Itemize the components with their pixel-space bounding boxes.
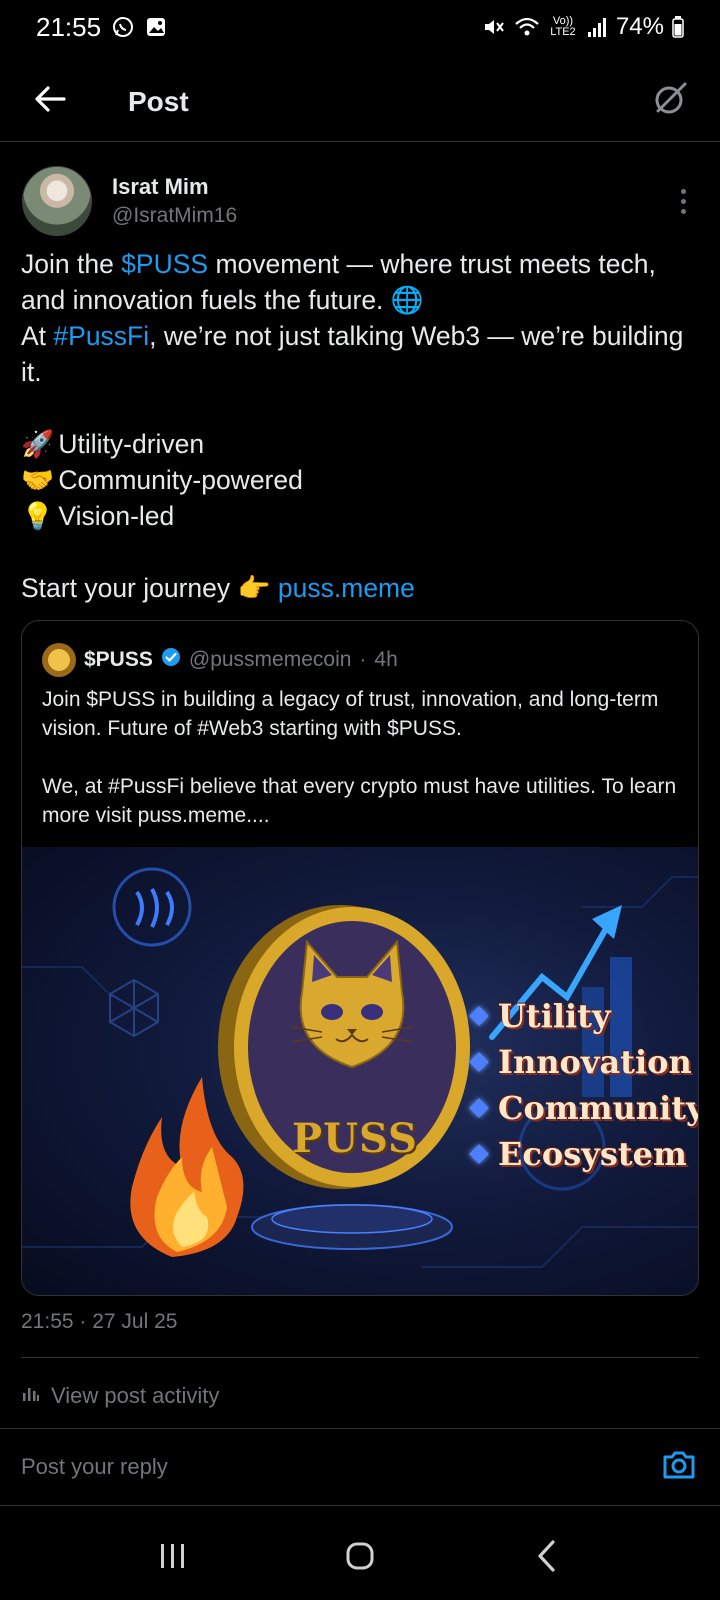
hashtag-link[interactable]: #PussFi: [53, 321, 149, 351]
post-text: At: [21, 321, 54, 351]
quote-age: 4h: [374, 648, 398, 671]
globe-emoji: 🌐: [390, 285, 424, 315]
post-text: Start your journey: [21, 573, 238, 603]
bullet-item: 🤝 Community-powered: [21, 462, 701, 498]
promo-item: Innovation: [469, 1043, 698, 1081]
more-options-button[interactable]: [668, 181, 698, 221]
promo-text: Ecosystem: [498, 1135, 687, 1173]
activity-label: View post activity: [51, 1383, 220, 1408]
bullet-text: Utility-driven: [58, 429, 205, 459]
lightbulb-emoji: 💡: [21, 501, 54, 531]
diamond-bullet-icon: [469, 1006, 489, 1026]
grok-button[interactable]: [648, 80, 692, 124]
avatar[interactable]: [42, 643, 76, 677]
post-timestamp: 21:55 · 27 Jul 25: [21, 1310, 178, 1333]
back-arrow-icon: [34, 85, 66, 118]
diamond-bullet-icon: [469, 1098, 489, 1118]
promo-text: Innovation: [498, 1043, 692, 1081]
url-link[interactable]: puss.meme: [278, 573, 415, 603]
handshake-emoji: 🤝: [21, 465, 54, 495]
quote-paragraph: We, at #PussFi believe that every crypto…: [42, 775, 677, 827]
back-chevron-icon: [535, 1539, 559, 1578]
battery-icon: [672, 16, 684, 38]
camera-icon: [661, 1449, 697, 1486]
signal-icon: [586, 16, 608, 38]
gallery-icon: [145, 16, 167, 38]
promo-text: Community: [498, 1089, 699, 1127]
mute-icon: [482, 16, 506, 38]
promo-item: Utility: [469, 997, 698, 1035]
top-navigation: Post: [0, 62, 720, 142]
quote-header: $PUSS @pussmemecoin · 4h: [42, 643, 398, 677]
home-button[interactable]: [330, 1528, 390, 1588]
cashtag-link[interactable]: $PUSS: [121, 249, 208, 279]
status-bar: 21:55 Vo)) LTE2 74%: [0, 0, 720, 54]
promo-list: Utility Innovation Community Ecosystem: [469, 997, 699, 1173]
back-nav-button[interactable]: [517, 1528, 577, 1588]
meta-separator: ·: [359, 648, 367, 671]
more-dot-icon: [680, 198, 686, 204]
coin-label: PUSS: [292, 1115, 418, 1162]
reply-bar: [0, 1428, 720, 1506]
quote-text: Join $PUSS in building a legacy of trust…: [42, 685, 682, 830]
bullet-text: Community-powered: [58, 465, 303, 495]
post-body: Join the $PUSS movement — where trust me…: [21, 246, 701, 606]
bullet-text: Vision-led: [58, 501, 175, 531]
post-paragraph: At #PussFi, we’re not just talking Web3 …: [21, 318, 701, 390]
post-author: Israt Mim @IsratMim16: [22, 165, 698, 237]
bar-chart-icon: [21, 1383, 41, 1409]
recent-apps-button[interactable]: [143, 1528, 203, 1588]
avatar[interactable]: [22, 166, 92, 236]
back-button[interactable]: [28, 80, 72, 124]
reply-input[interactable]: [21, 1454, 659, 1480]
verified-badge-icon: [161, 647, 181, 673]
rocket-emoji: 🚀: [21, 429, 54, 459]
author-name[interactable]: Israt Mim: [112, 174, 237, 200]
network-label: Vo)) LTE2: [550, 15, 576, 38]
camera-button[interactable]: [659, 1447, 699, 1487]
more-dot-icon: [680, 188, 686, 194]
wifi-icon: [514, 16, 540, 38]
status-time: 21:55: [36, 11, 102, 42]
quote-author-handle[interactable]: @pussmemecoin: [189, 648, 352, 672]
whatsapp-icon: [111, 15, 135, 39]
post-paragraph: Join the $PUSS movement — where trust me…: [21, 246, 701, 318]
quote-author-name[interactable]: $PUSS: [84, 648, 153, 672]
bullet-item: 🚀 Utility-driven: [21, 426, 701, 462]
author-handle[interactable]: @IsratMim16: [112, 204, 237, 228]
home-icon: [344, 1540, 376, 1577]
post-text: Join the: [21, 249, 122, 279]
battery-percent: 74%: [615, 13, 664, 40]
grok-icon: [651, 80, 689, 123]
diamond-bullet-icon: [469, 1052, 489, 1072]
diamond-bullet-icon: [469, 1144, 489, 1164]
promo-item: Ecosystem: [469, 1135, 698, 1173]
android-navigation-bar: [0, 1516, 720, 1600]
more-dot-icon: [680, 208, 686, 214]
quoted-post[interactable]: $PUSS @pussmemecoin · 4h Join $PUSS in b…: [21, 620, 699, 1296]
promo-item: Community: [469, 1089, 699, 1127]
quote-paragraph: Join $PUSS in building a legacy of trust…: [42, 688, 659, 740]
promo-text: Utility: [498, 997, 611, 1035]
quote-image[interactable]: PUSS Utility Innovation Community Ecosys…: [22, 847, 699, 1295]
bullet-item: 💡 Vision-led: [21, 498, 701, 534]
pointing-emoji: 👉: [237, 573, 271, 603]
recent-apps-icon: [158, 1542, 188, 1575]
divider: [21, 1357, 699, 1358]
post-paragraph: Start your journey 👉 puss.meme: [21, 570, 701, 606]
view-activity-button[interactable]: View post activity: [21, 1383, 219, 1409]
page-title: Post: [128, 85, 189, 117]
